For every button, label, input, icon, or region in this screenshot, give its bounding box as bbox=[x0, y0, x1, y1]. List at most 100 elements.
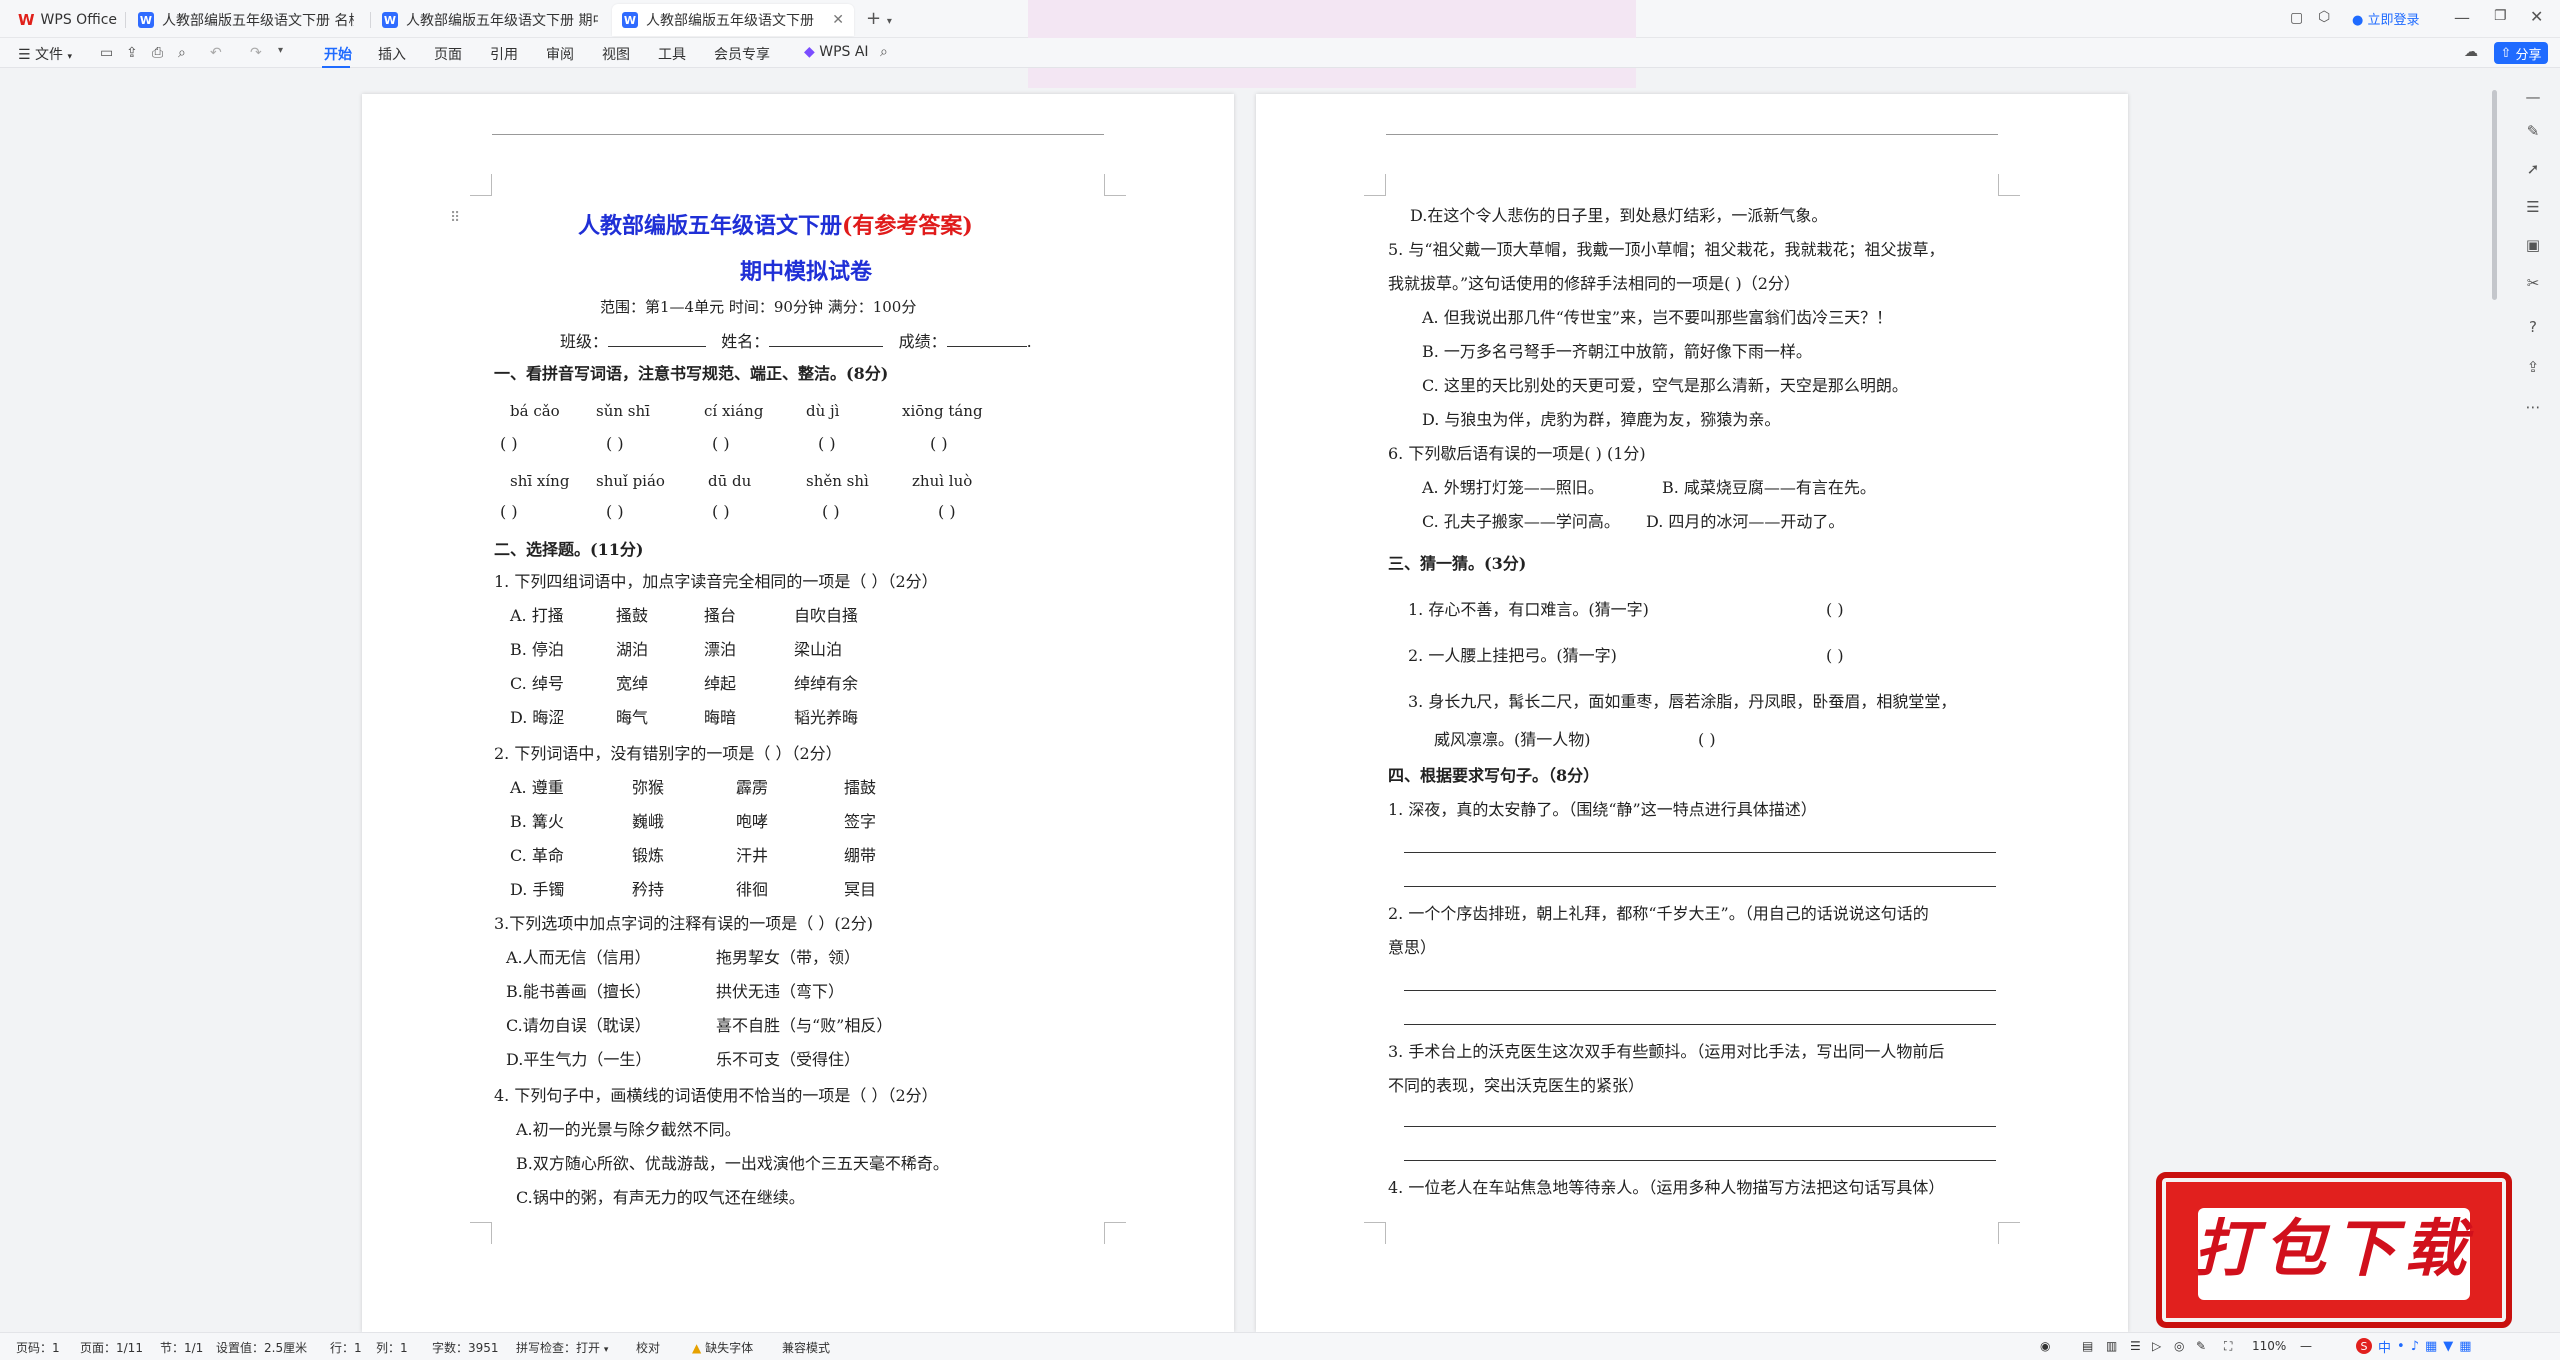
close-window-button[interactable]: ✕ bbox=[2530, 7, 2543, 26]
outline-icon[interactable]: ☰ bbox=[2130, 1339, 2141, 1353]
help-icon[interactable]: ? bbox=[2520, 314, 2546, 340]
menu-home[interactable]: 开始 bbox=[324, 44, 352, 64]
share-button[interactable]: ⇧ 分享 bbox=[2494, 42, 2548, 64]
tools-icon[interactable]: ✂ bbox=[2520, 270, 2546, 296]
option: A.人而无信（信用） bbox=[506, 948, 651, 967]
option: 徘徊 bbox=[736, 880, 769, 899]
doc-tab-1[interactable]: W 人教部编版五年级语文下册 名校期中 bbox=[128, 4, 364, 36]
chevron-down-icon[interactable]: ▾ bbox=[887, 16, 892, 27]
more-icon[interactable]: ⋯ bbox=[2520, 394, 2546, 420]
status-proof[interactable]: 校对 bbox=[636, 1339, 660, 1356]
answer-line bbox=[1404, 1126, 1996, 1127]
answer-paren: ( ) bbox=[818, 434, 836, 453]
section-2-heading: 二、选择题。(11分) bbox=[494, 540, 644, 559]
menu-wps-ai[interactable]: ◆ WPS AI bbox=[804, 44, 869, 60]
restore-button[interactable]: ❐ bbox=[2494, 8, 2507, 24]
zoom-out-icon[interactable]: — bbox=[2300, 1339, 2312, 1353]
zoom-value[interactable]: 110% bbox=[2252, 1339, 2286, 1353]
option: 霹雳 bbox=[736, 778, 769, 797]
option: D.平生气力（一生） bbox=[506, 1050, 652, 1069]
answer-paren: ( ) bbox=[712, 434, 730, 453]
minimize-button[interactable]: — bbox=[2454, 8, 2470, 27]
new-tab-button[interactable]: + ▾ bbox=[866, 8, 892, 29]
answer-paren: ( ) bbox=[1698, 730, 1716, 749]
scrollbar-thumb[interactable] bbox=[2492, 90, 2497, 300]
globe-icon[interactable]: ◎ bbox=[2174, 1339, 2184, 1353]
pencil-icon[interactable]: ✎ bbox=[2196, 1339, 2206, 1353]
pinyin: sǔn shī bbox=[596, 402, 650, 420]
menu-view[interactable]: 视图 bbox=[602, 44, 630, 64]
status-spell[interactable]: 拼写检查：打开 ▾ bbox=[516, 1339, 608, 1356]
fit-icon[interactable]: ⛶ bbox=[2224, 1339, 2232, 1354]
answer-paren: ( ) bbox=[500, 434, 518, 453]
redo-icon[interactable]: ↷ bbox=[250, 45, 262, 61]
pen-icon[interactable]: ✎ bbox=[2520, 118, 2546, 144]
write-3: 3. 手术台上的沃克医生这次双手有些颤抖。（运用对比手法，写出同一人物前后 bbox=[1388, 1042, 1945, 1061]
cursor-icon[interactable]: ➚ bbox=[2520, 156, 2546, 182]
doc-title: 人教部编版五年级语文下册(有参考答案) bbox=[578, 213, 973, 239]
undo-icon[interactable]: ↶ bbox=[210, 45, 222, 61]
menu-member[interactable]: 会员专享 bbox=[714, 44, 770, 64]
option: C. 绰号 bbox=[510, 674, 564, 693]
wps-home-tab[interactable]: W WPS Office bbox=[8, 4, 127, 36]
grid-icon: ▦ bbox=[2459, 1338, 2472, 1354]
menu-file[interactable]: ☰ 文件 ▾ bbox=[18, 44, 72, 64]
cube-icon[interactable]: ⬡ bbox=[2318, 9, 2330, 25]
status-setting[interactable]: 设置值：2.5厘米 bbox=[216, 1339, 307, 1356]
minus-icon[interactable]: — bbox=[2520, 84, 2546, 110]
menu-page[interactable]: 页面 bbox=[434, 44, 462, 64]
option: D. 四月的冰河——开动了。 bbox=[1646, 512, 1845, 531]
login-button[interactable]: ● 立即登录 bbox=[2352, 9, 2420, 28]
export-icon[interactable]: ⇪ bbox=[126, 45, 138, 61]
doc-scope: 范围：第1—4单元 时间：90分钟 满分：100分 bbox=[600, 298, 917, 316]
menu-review[interactable]: 审阅 bbox=[546, 44, 574, 64]
image-icon[interactable]: ▣ bbox=[2520, 232, 2546, 258]
print-icon[interactable]: ⎙ bbox=[152, 45, 163, 61]
eye-icon[interactable]: ◉ bbox=[2040, 1339, 2050, 1353]
download-banner[interactable]: 打包下载 bbox=[2156, 1172, 2512, 1328]
hamburger-icon: ☰ bbox=[18, 47, 31, 63]
window-icon[interactable]: ▢ bbox=[2290, 10, 2303, 26]
option: A. 外甥打灯笼——照旧。 bbox=[1422, 478, 1604, 497]
option: A. 遵重 bbox=[510, 778, 564, 797]
play-icon[interactable]: ▷ bbox=[2152, 1339, 2161, 1353]
menu-insert[interactable]: 插入 bbox=[378, 44, 406, 64]
option: 乐不可支（受得住） bbox=[716, 1050, 861, 1069]
option: A. 但我说出那几件“传世宝”来，岂不要叫那些富翁们齿冷三天？！ bbox=[1422, 308, 1893, 327]
wps-logo-icon: W bbox=[18, 11, 35, 29]
option: B. 停泊 bbox=[510, 640, 564, 659]
option: 漂泊 bbox=[704, 640, 737, 659]
web-view-icon[interactable]: ▥ bbox=[2106, 1339, 2117, 1353]
status-words[interactable]: 字数：3951 bbox=[432, 1339, 499, 1356]
pinyin: cí xiáng bbox=[704, 402, 764, 420]
option: 搔鼓 bbox=[616, 606, 649, 625]
settings-slider-icon[interactable]: ☰ bbox=[2520, 194, 2546, 220]
share-icon[interactable]: ⇪ bbox=[2520, 354, 2546, 380]
doc-tab-3-active[interactable]: W 人教部编版五年级语文下册 期中 ✕ bbox=[612, 4, 854, 36]
chevron-down-icon: ▾ bbox=[603, 1345, 609, 1355]
page-view-icon[interactable]: ▤ bbox=[2082, 1339, 2093, 1353]
option: C. 孔夫子搬家——学问高。 bbox=[1422, 512, 1620, 531]
status-section: 节：1/1 bbox=[160, 1341, 204, 1355]
save-icon[interactable]: ▭ bbox=[100, 45, 113, 61]
chevron-down-icon[interactable]: ▾ bbox=[278, 45, 283, 56]
cloud-icon[interactable]: ☁ bbox=[2464, 44, 2478, 60]
answer-paren: ( ) bbox=[1826, 646, 1844, 665]
menu-tools[interactable]: 工具 bbox=[658, 44, 686, 64]
menu-reference[interactable]: 引用 bbox=[490, 44, 518, 64]
option: B. 篝火 bbox=[510, 812, 564, 831]
ime-toolbar[interactable]: S 中 • ♪ ▦ ▼ ▦ bbox=[2356, 1336, 2472, 1356]
close-icon[interactable]: ✕ bbox=[832, 12, 844, 28]
answer-line bbox=[1404, 1160, 1996, 1161]
riddle-1: 1. 存心不善，有口难言。(猜一字) bbox=[1408, 600, 1649, 619]
section-3-heading: 三、猜一猜。(3分) bbox=[1388, 554, 1527, 573]
status-font-missing[interactable]: ▲ 缺失字体 bbox=[692, 1339, 753, 1356]
pinyin: bá cǎo bbox=[510, 402, 560, 420]
search-icon[interactable]: ⌕ bbox=[880, 44, 888, 60]
doc-tab-2[interactable]: W 人教部编版五年级语文下册 期中测评 bbox=[372, 4, 608, 36]
preview-icon[interactable]: ⌕ bbox=[178, 45, 186, 61]
status-col: 列：1 bbox=[376, 1341, 408, 1355]
drag-handle-icon[interactable]: ⠿ bbox=[450, 210, 460, 226]
option: D. 与狼虫为伴，虎豹为群，獐鹿为友，猕猿为亲。 bbox=[1422, 410, 1781, 429]
question-1: 1. 下列四组词语中，加点字读音完全相同的一项是（ ）（2分） bbox=[494, 572, 938, 591]
